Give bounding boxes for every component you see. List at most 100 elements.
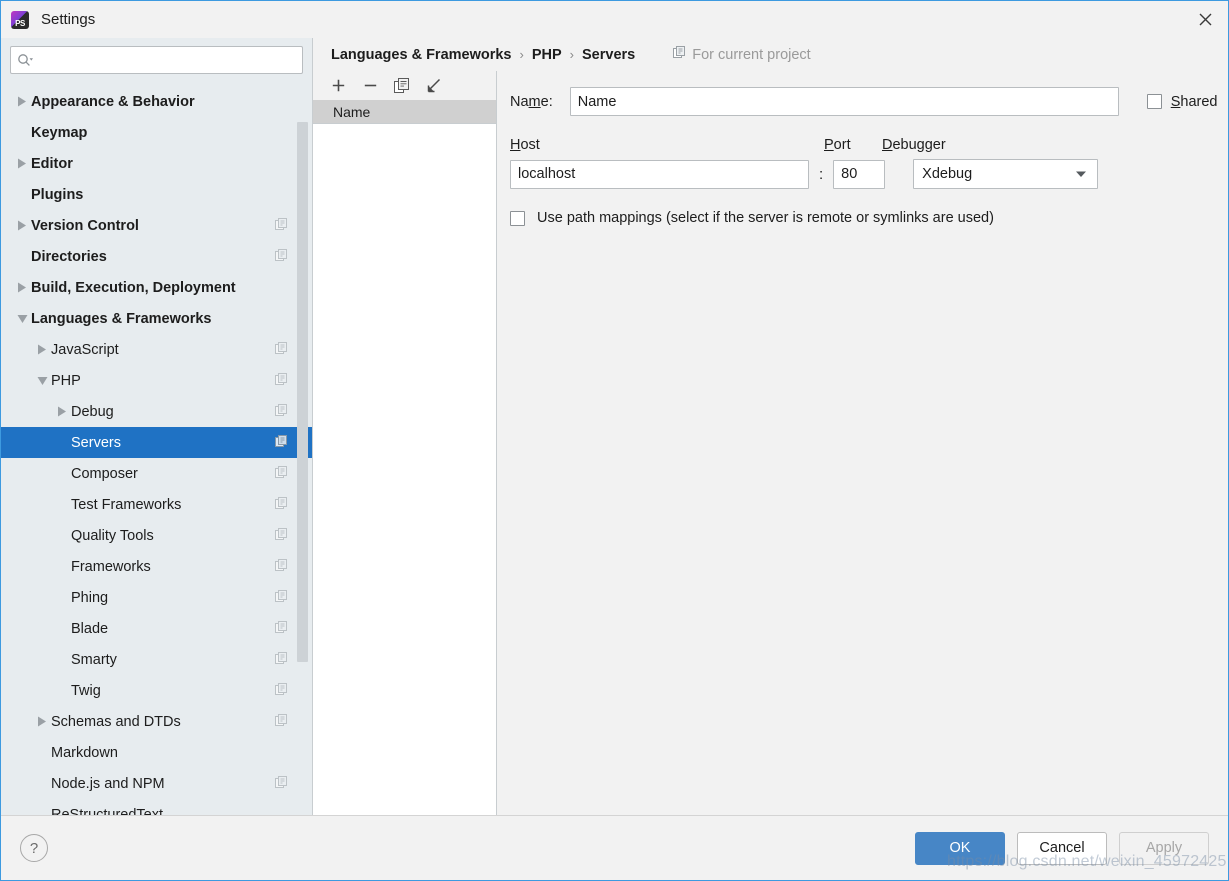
project-scope-icon [275,496,288,513]
settings-tree[interactable]: Appearance & Behavior Keymap Editor Plugins… [1,86,312,815]
chevron-down-icon[interactable] [33,376,51,386]
sidebar-item-node-js-and-npm[interactable]: Node.js and NPM [1,768,312,799]
tree-scrollbar[interactable] [297,122,308,662]
sidebar-item-blade[interactable]: Blade [1,613,312,644]
project-scope-icon [275,248,288,265]
sidebar-item-markdown[interactable]: Markdown [1,737,312,768]
chevron-down-icon [1075,166,1087,182]
chevron-right-icon[interactable] [13,96,31,107]
sidebar-item-frameworks[interactable]: Frameworks [1,551,312,582]
project-scope-icon [275,372,288,389]
sidebar-item-label: Frameworks [71,558,151,575]
sidebar-item-debug[interactable]: Debug [1,396,312,427]
chevron-down-icon[interactable] [13,314,31,324]
sidebar-item-label: Languages & Frameworks [31,310,212,327]
sidebar-item-schemas-and-dtds[interactable]: Schemas and DTDs [1,706,312,737]
breadcrumb-separator: › [569,47,575,62]
content-split: Name Name: Shared Host [313,71,1228,815]
sidebar-item-label: JavaScript [51,341,119,358]
sidebar-item-label: ReStructuredText [51,806,164,816]
project-scope-icon [275,558,288,575]
debugger-label: Debugger [882,137,946,153]
sidebar-item-appearance-behavior[interactable]: Appearance & Behavior [1,86,312,117]
server-form: Name: Shared Host Port Debugger [497,71,1228,815]
sidebar-item-build-execution-deployment[interactable]: Build, Execution, Deployment [1,272,312,303]
sidebar-item-restructuredtext[interactable]: ReStructuredText [1,799,312,816]
chevron-right-icon[interactable] [33,344,51,355]
sidebar-item-label: Blade [71,620,109,637]
cancel-button[interactable]: Cancel [1017,831,1107,865]
scope-label: For current project [692,46,811,63]
settings-detail-pane: Languages & Frameworks › PHP › Servers F… [313,38,1228,815]
server-list-body[interactable] [313,124,496,815]
apply-button[interactable]: Apply [1119,831,1209,865]
name-input[interactable] [569,87,1119,116]
ok-button[interactable]: OK [915,831,1005,865]
breadcrumb-item-1[interactable]: PHP [532,47,562,63]
path-mappings-row[interactable]: Use path mappings (select if the server … [497,189,1228,226]
shared-label: Shared [1170,93,1218,110]
sidebar-item-editor[interactable]: Editor [1,148,312,179]
project-scope-icon [673,46,686,63]
remove-server-button[interactable] [361,77,379,95]
sidebar-item-smarty[interactable]: Smarty [1,644,312,675]
project-scope-icon [275,434,288,451]
chevron-right-icon[interactable] [13,220,31,231]
close-icon[interactable] [1182,1,1228,38]
project-scope-icon [275,527,288,544]
breadcrumb-separator: › [519,47,524,62]
project-scope-icon [275,589,288,606]
copy-server-button[interactable] [393,77,411,95]
shared-checkbox[interactable] [1146,94,1162,109]
host-port-debugger-fields: : Xdebug [497,153,1228,189]
phpstorm-logo-icon [11,10,29,29]
help-button[interactable]: ? [20,834,48,862]
project-scope-icon [275,775,288,792]
breadcrumb: Languages & Frameworks › PHP › Servers F… [313,38,1228,71]
title-bar: Settings [1,1,1228,38]
port-label: Port [824,137,851,153]
sidebar-item-test-frameworks[interactable]: Test Frameworks [1,489,312,520]
import-server-button[interactable] [425,77,443,95]
sidebar-item-label: Composer [71,465,138,482]
search-input[interactable] [10,46,303,74]
chevron-right-icon[interactable] [13,158,31,169]
chevron-right-icon[interactable] [53,406,71,417]
project-scope-icon [275,465,288,482]
name-row: Name: Shared [497,71,1228,116]
sidebar-item-label: Version Control [31,217,139,234]
sidebar-item-javascript[interactable]: JavaScript [1,334,312,365]
debugger-select[interactable]: Xdebug [913,159,1099,189]
sidebar-item-languages-frameworks[interactable]: Languages & Frameworks [1,303,312,334]
sidebar-item-servers[interactable]: Servers [1,427,312,458]
shared-checkbox-row[interactable]: Shared [1146,93,1218,110]
server-list-panel: Name [313,71,497,815]
add-server-button[interactable] [329,77,347,95]
sidebar-item-label: Keymap [31,124,88,141]
sidebar-item-label: Schemas and DTDs [51,713,181,730]
project-scope-icon [275,341,288,358]
host-port-debugger-labels: Host Port Debugger [497,116,1228,153]
chevron-right-icon[interactable] [13,282,31,293]
sidebar-item-version-control[interactable]: Version Control [1,210,312,241]
project-scope-icon [275,651,288,668]
sidebar-item-php[interactable]: PHP [1,365,312,396]
sidebar-item-directories[interactable]: Directories [1,241,312,272]
sidebar-item-label: Appearance & Behavior [31,93,195,110]
sidebar-item-quality-tools[interactable]: Quality Tools [1,520,312,551]
server-list-toolbar [313,71,496,100]
sidebar-item-twig[interactable]: Twig [1,675,312,706]
name-label: Name: [510,93,553,110]
sidebar-item-keymap[interactable]: Keymap [1,117,312,148]
sidebar-item-composer[interactable]: Composer [1,458,312,489]
sidebar-item-plugins[interactable]: Plugins [1,179,312,210]
sidebar-item-label: Quality Tools [71,527,154,544]
project-scope-icon [275,217,288,234]
sidebar-item-label: Plugins [31,186,84,203]
chevron-right-icon[interactable] [33,716,51,727]
sidebar-item-phing[interactable]: Phing [1,582,312,613]
host-input[interactable] [510,159,809,189]
breadcrumb-item-0[interactable]: Languages & Frameworks [331,47,512,63]
port-input[interactable] [833,159,886,189]
use-path-mappings-checkbox[interactable] [510,210,525,226]
